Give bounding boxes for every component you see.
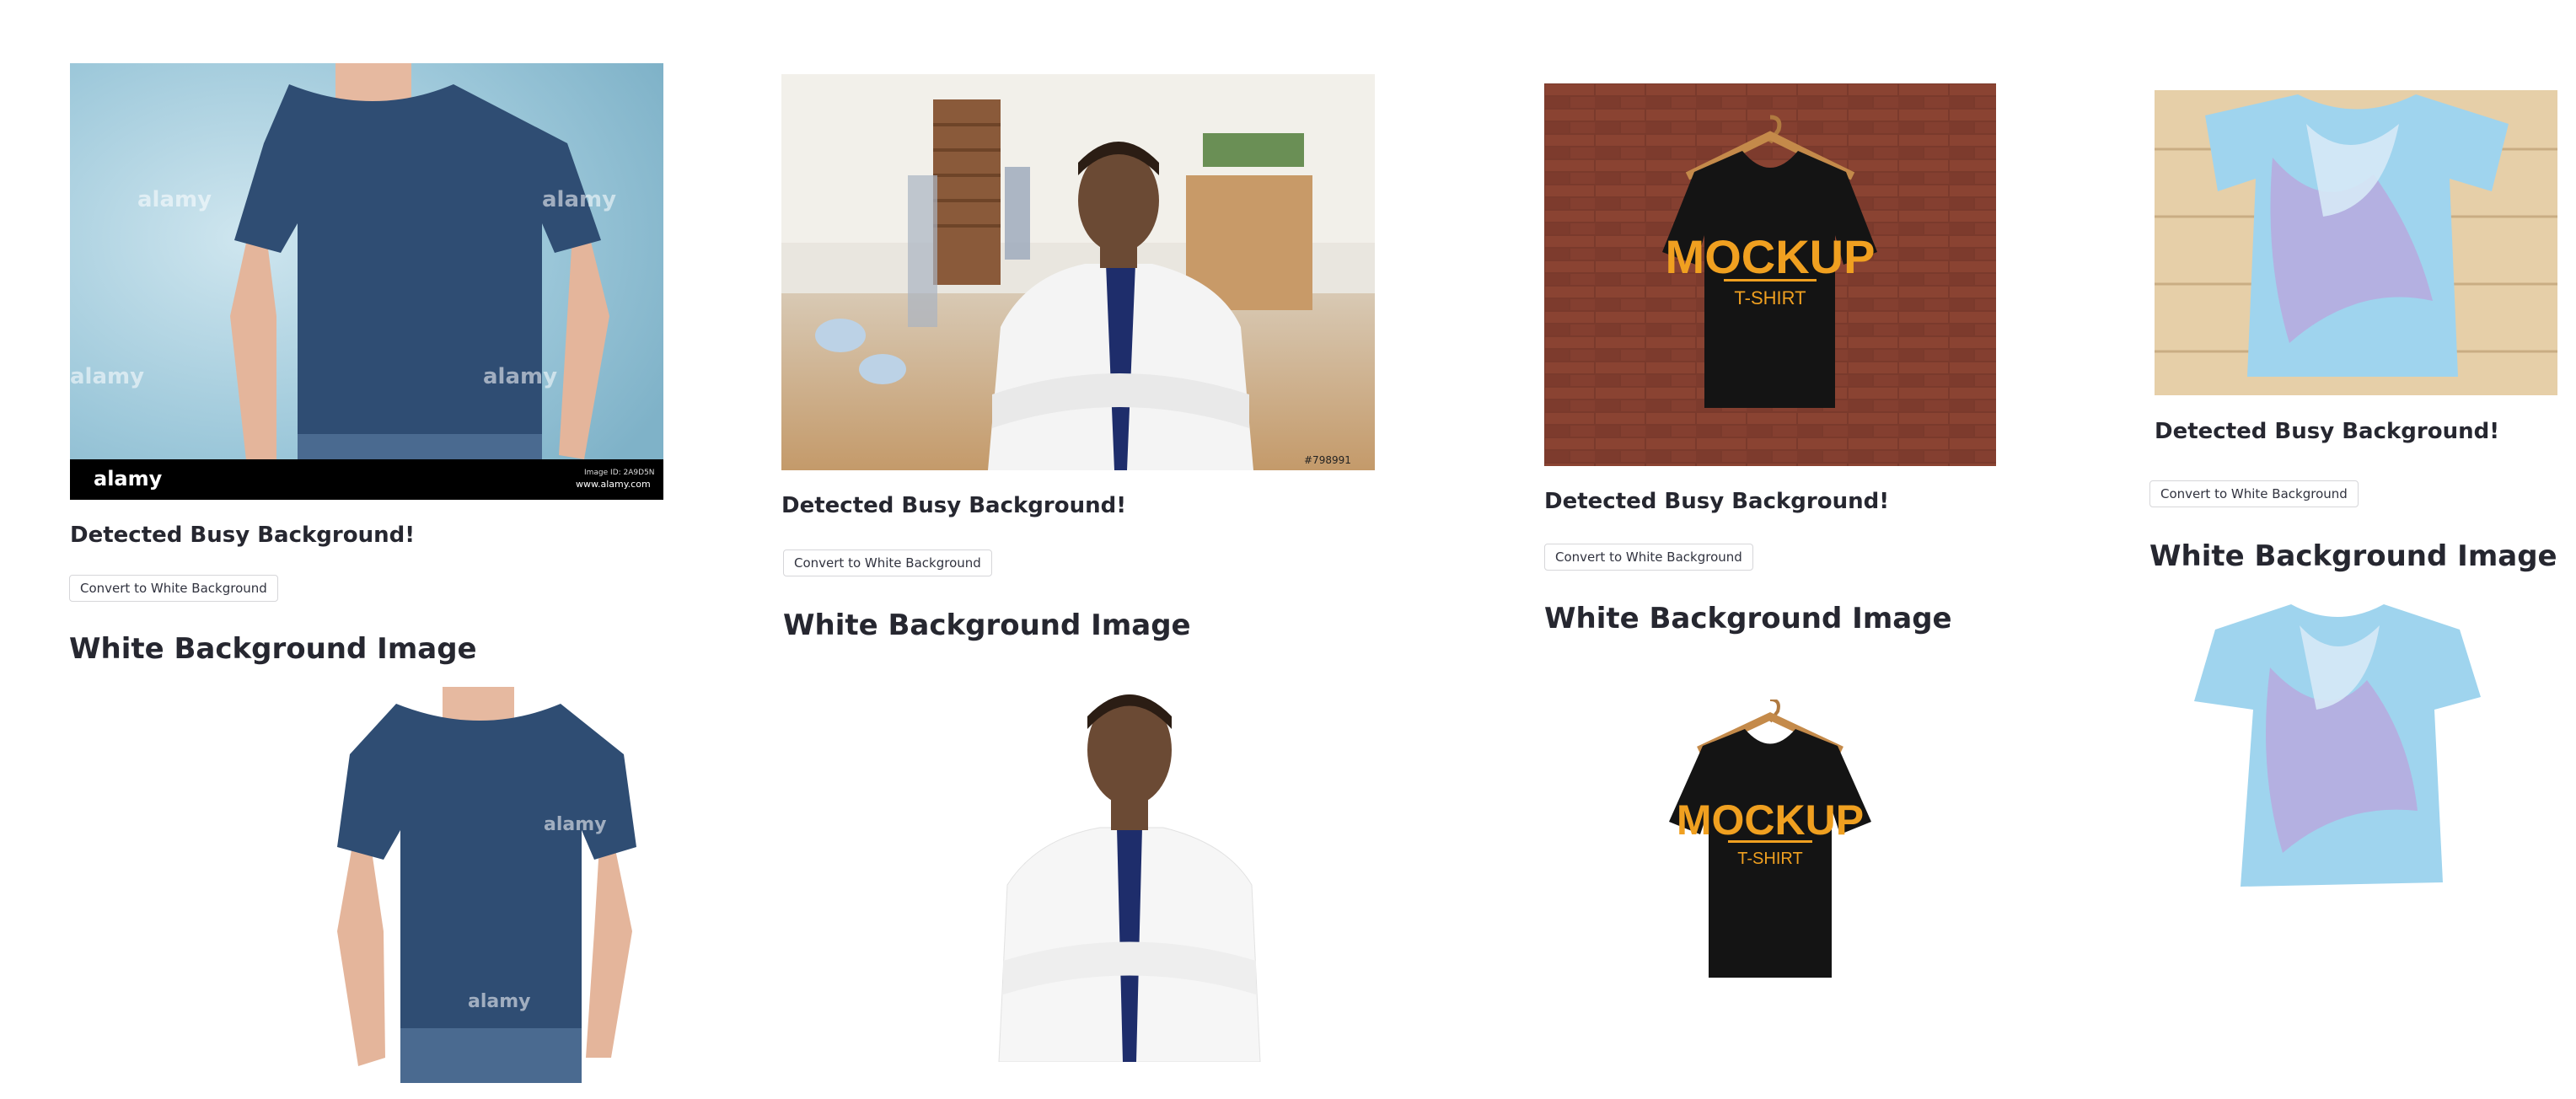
- white-background-image-heading: White Background Image: [2149, 539, 2557, 573]
- photo-watermark: alamy: [137, 187, 212, 212]
- result-photo-tiedye-tshirt: [2190, 600, 2485, 891]
- photo-footer-id: Image ID: 2A9D5N: [584, 469, 655, 477]
- detected-busy-background-label: Detected Busy Background!: [1544, 489, 1890, 514]
- result-photo-tshirt-model: alamy alamy: [333, 687, 636, 1083]
- convert-to-white-background-button[interactable]: Convert to White Background: [1544, 544, 1753, 571]
- result-photo-businessman: [986, 683, 1273, 1062]
- detected-busy-background-label: Detected Busy Background!: [781, 493, 1127, 518]
- original-photo-mockup-tshirt-brick: MOCKUP T-SHIRT: [1544, 83, 1996, 466]
- shirt-print-main: MOCKUP: [1666, 230, 1876, 283]
- detected-busy-background-label: Detected Busy Background!: [2155, 419, 2500, 444]
- photo-footer-brand: alamy: [94, 467, 163, 491]
- original-photo-tiedye-tshirt-wood: [2155, 90, 2557, 395]
- result-photo-mockup-tshirt: MOCKUP T-SHIRT: [1665, 700, 1876, 986]
- photo-footer-url: www.alamy.com: [576, 479, 651, 490]
- convert-to-white-background-button[interactable]: Convert to White Background: [2149, 480, 2359, 507]
- white-background-image-heading: White Background Image: [1544, 602, 1952, 635]
- svg-text:T-SHIRT: T-SHIRT: [1737, 850, 1802, 868]
- convert-to-white-background-button[interactable]: Convert to White Background: [69, 575, 278, 602]
- svg-text:MOCKUP: MOCKUP: [1677, 796, 1864, 844]
- white-background-image-heading: White Background Image: [69, 632, 477, 666]
- detected-busy-background-label: Detected Busy Background!: [70, 523, 416, 548]
- svg-text:alamy: alamy: [70, 364, 144, 389]
- svg-text:alamy: alamy: [483, 364, 557, 389]
- shirt-print-sub: T-SHIRT: [1734, 287, 1806, 308]
- white-background-image-heading: White Background Image: [783, 608, 1191, 642]
- original-photo-businessman-office: #798991: [781, 74, 1375, 470]
- svg-text:alamy: alamy: [544, 814, 607, 835]
- photo-tag: #798991: [1304, 454, 1351, 466]
- original-photo-tshirt-model: alamy Image ID: 2A9D5N www.alamy.com ala…: [70, 63, 663, 500]
- svg-text:alamy: alamy: [542, 187, 616, 212]
- svg-text:alamy: alamy: [468, 991, 531, 1012]
- convert-to-white-background-button[interactable]: Convert to White Background: [783, 550, 992, 576]
